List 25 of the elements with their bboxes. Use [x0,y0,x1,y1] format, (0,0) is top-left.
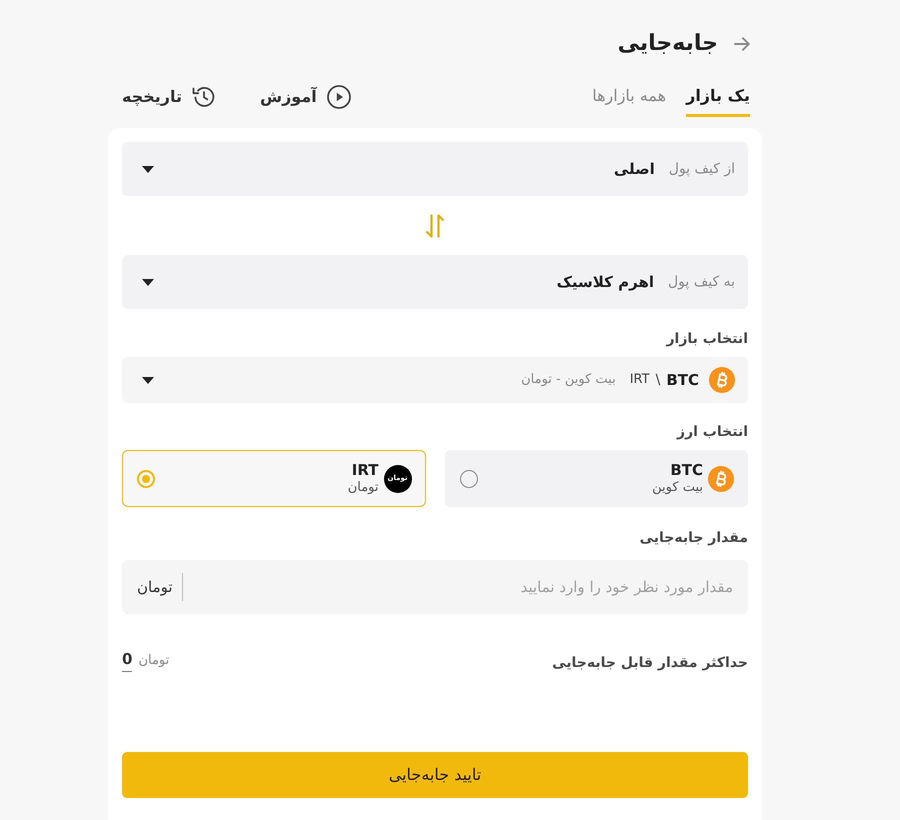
page-title: جابه‌جایی [618,30,718,58]
caret-icon [142,278,154,286]
unit-label: تومان [138,652,170,670]
wallet-select[interactable]: از کیف پول اصلی [122,142,748,196]
unit-label: تومان [137,573,183,601]
max-amount-label: حداکثر مقدار قابل جابه‌جایی [552,654,748,672]
history-link[interactable]: تاریخچه [122,85,216,109]
swap-icon[interactable] [426,214,444,238]
history-icon [192,85,216,109]
bitcoin-icon [709,367,735,393]
confirm-button[interactable]: تایید جابه‌جایی [122,752,748,798]
amount-label: مقدار جابه‌جایی [638,529,748,548]
tutorial-link[interactable]: آموزش [260,85,351,109]
tab[interactable]: یک بازار [686,84,750,117]
max-amount-value[interactable]: 0 [122,650,132,672]
bitcoin-icon [708,466,734,492]
radio-button[interactable] [137,470,155,488]
currency-label: انتخاب ارز [675,423,748,442]
caret-icon [142,166,154,172]
radio-button[interactable] [460,470,478,488]
back-arrow-icon[interactable] [734,36,750,52]
caret-icon [142,376,154,384]
market-label: انتخاب بازار [664,330,748,349]
wallet-select[interactable]: به کیف پول اهرم کلاسیک [122,255,748,309]
play-icon [326,85,351,109]
